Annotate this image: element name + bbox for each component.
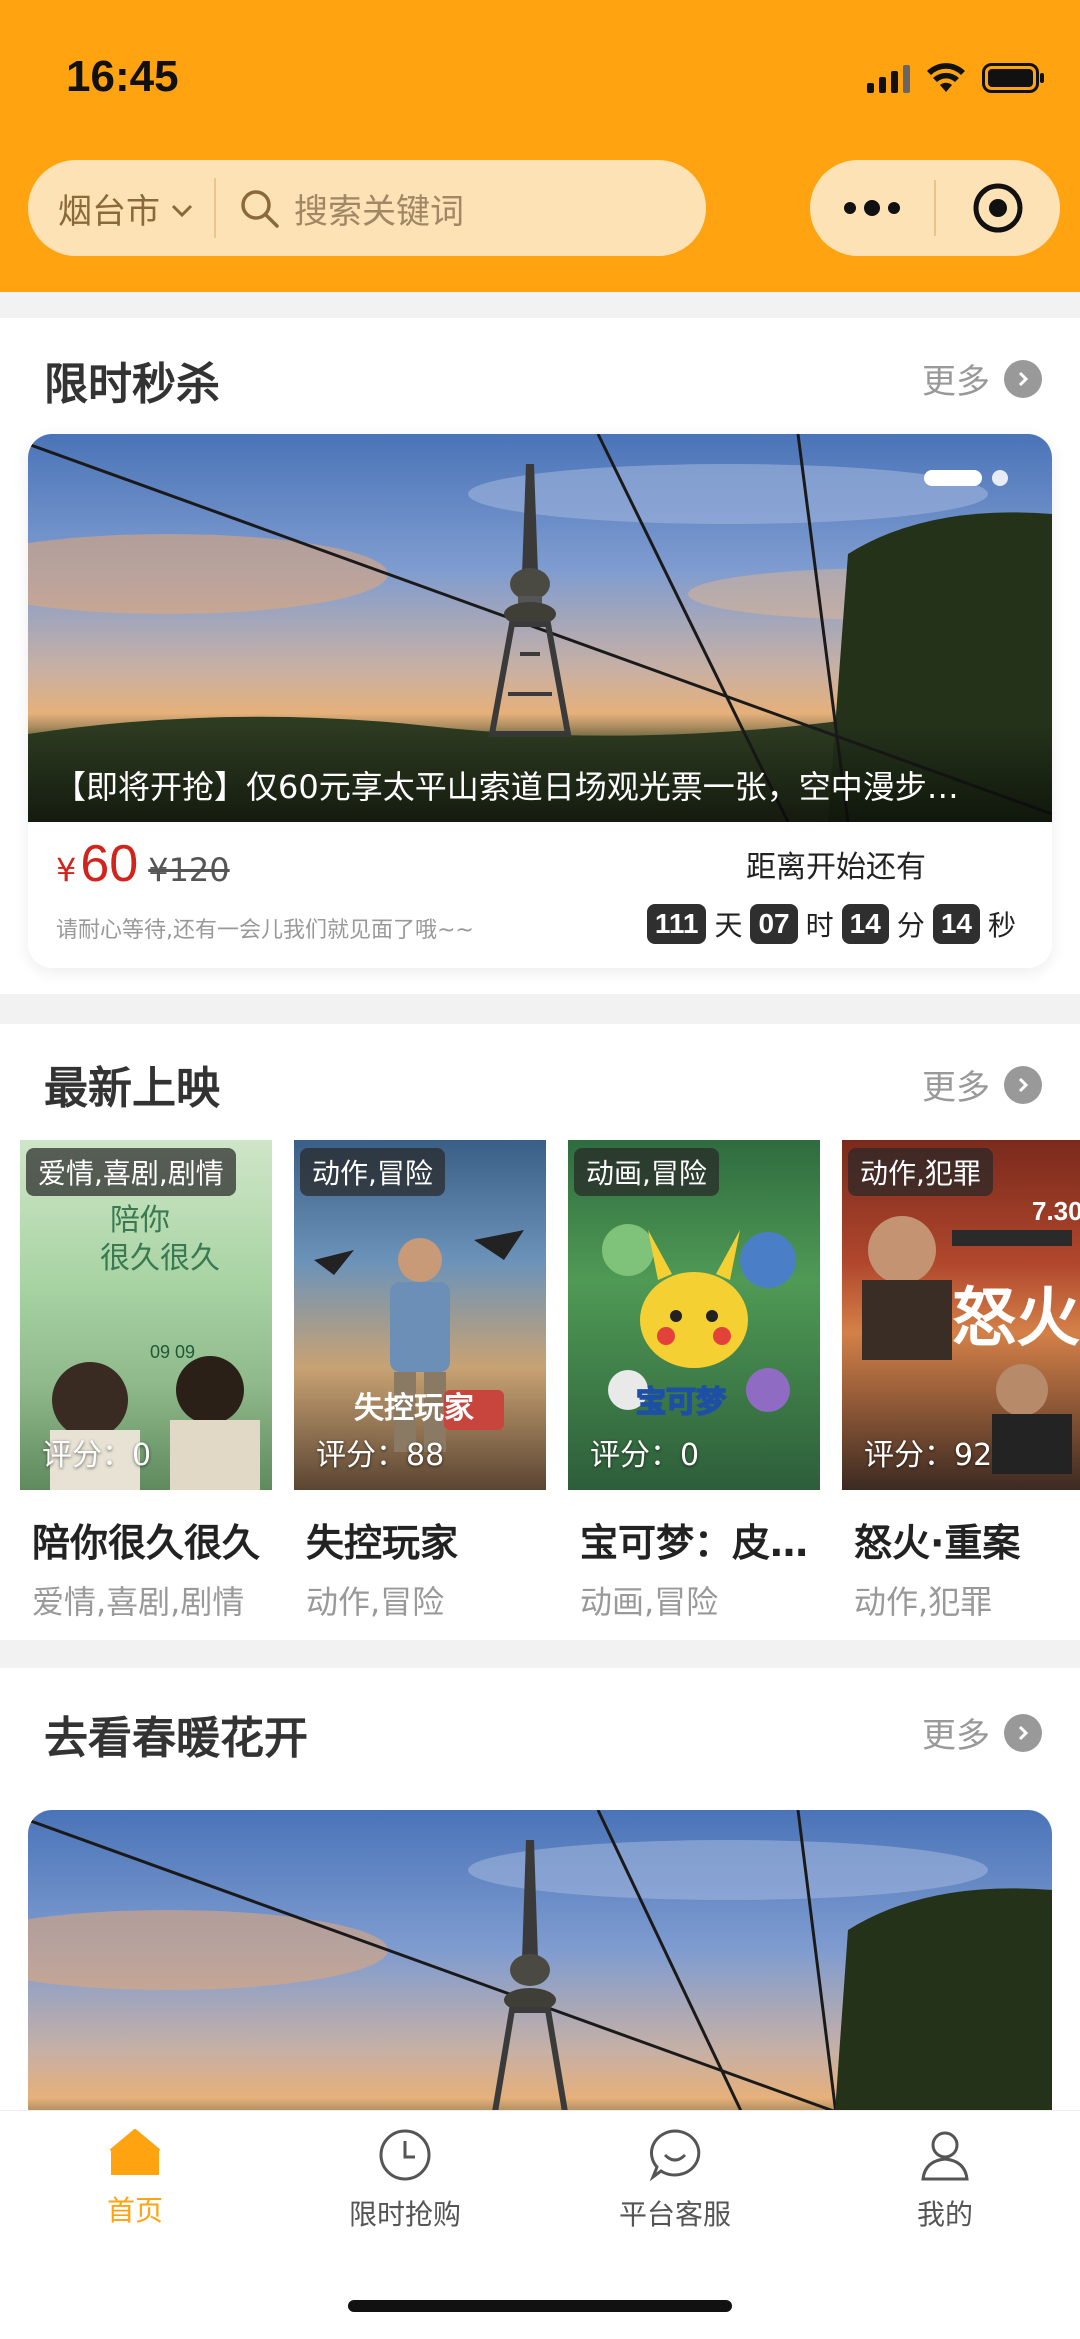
score-label: 评分：0 bbox=[590, 1438, 700, 1473]
home-indicator bbox=[348, 2300, 732, 2312]
countdown-seconds: 14 bbox=[932, 904, 980, 944]
chevron-right-icon bbox=[1004, 1065, 1042, 1104]
svg-text:7.30: 7.30 bbox=[1032, 1196, 1080, 1226]
movie-poster: 陪你 很久很久 09 09 爱情,喜剧,剧情 评分：0 bbox=[20, 1140, 272, 1490]
flash-sale-section: 限时秒杀 更多 【即将开抢】仅60元享太平山索道日场观光票一张，空中漫步… ¥ … bbox=[0, 318, 1080, 994]
top-header: 16:45 烟台市 搜索关键词 bbox=[0, 0, 1080, 292]
clock-icon bbox=[377, 2127, 433, 2187]
svg-text:怒火: 怒火 bbox=[952, 1281, 1080, 1356]
movie-genre: 爱情,喜剧,剧情 bbox=[32, 1583, 245, 1621]
section-title: 去看春暖花开 bbox=[44, 1713, 308, 1764]
home-icon bbox=[107, 2127, 163, 2183]
section-title: 最新上映 bbox=[44, 1063, 220, 1114]
movie-card[interactable]: 怒火 7.30 动作,犯罪 评分：92 怒火·重案 动作,犯罪 bbox=[842, 1140, 1080, 1623]
countdown-label: 距离开始还有 bbox=[746, 850, 926, 885]
miniprogram-capsule bbox=[810, 160, 1060, 256]
more-label: 更多 bbox=[922, 362, 990, 402]
countdown-seconds-unit: 秒 bbox=[987, 909, 1016, 942]
movie-genre: 动作,冒险 bbox=[306, 1583, 445, 1621]
close-target-icon[interactable] bbox=[936, 182, 1060, 234]
price-current: 60 bbox=[80, 835, 139, 893]
chevron-down-icon bbox=[170, 188, 194, 228]
movie-poster: 宝可梦 动画,冒险 评分：0 bbox=[568, 1140, 820, 1490]
carousel-dots bbox=[924, 470, 1008, 486]
more-label: 更多 bbox=[922, 1716, 990, 1756]
section-title: 限时秒杀 bbox=[44, 359, 220, 410]
tab-flash-sale[interactable]: 限时抢购 bbox=[270, 2127, 540, 2233]
score-label: 评分：92 bbox=[864, 1438, 993, 1473]
countdown-days: 111 bbox=[646, 904, 707, 944]
countdown-hours-unit: 时 bbox=[805, 909, 834, 942]
chevron-right-icon bbox=[1004, 359, 1042, 398]
spring-section: 去看春暖花开 更多 bbox=[0, 1668, 1080, 2210]
score-label: 评分：88 bbox=[316, 1438, 445, 1473]
countdown-days-unit: 天 bbox=[714, 909, 743, 942]
svg-text:陪你: 陪你 bbox=[110, 1203, 170, 1238]
more-label: 更多 bbox=[922, 1068, 990, 1108]
countdown-minutes-unit: 分 bbox=[896, 909, 925, 942]
status-bar: 16:45 bbox=[0, 0, 1080, 150]
user-icon bbox=[917, 2127, 973, 2187]
flash-sale-note: 请耐心等待,还有一会儿我们就见面了哦~~ bbox=[56, 918, 474, 943]
tab-label: 我的 bbox=[916, 2198, 973, 2231]
status-icons bbox=[867, 60, 1046, 96]
movie-poster: 失控玩家 动作,冒险 评分：88 bbox=[294, 1140, 546, 1490]
battery-icon bbox=[982, 62, 1046, 94]
svg-text:失控玩家: 失控玩家 bbox=[354, 1391, 474, 1426]
search-input[interactable]: 搜索关键词 bbox=[294, 184, 464, 233]
svg-text:宝可梦: 宝可梦 bbox=[636, 1385, 726, 1420]
wifi-icon bbox=[926, 62, 966, 94]
movie-card[interactable]: 失控玩家 动作,冒险 评分：88 失控玩家 动作,冒险 bbox=[294, 1140, 546, 1623]
genre-tag: 动画,冒险 bbox=[574, 1148, 719, 1196]
svg-text:09 09: 09 09 bbox=[150, 1342, 195, 1362]
genre-tag: 动作,冒险 bbox=[300, 1148, 445, 1196]
tab-customer-service[interactable]: 平台客服 bbox=[540, 2127, 810, 2233]
price-row: ¥ 60 ¥120 bbox=[56, 834, 230, 894]
movie-card[interactable]: 宝可梦 动画,冒险 评分：0 宝可梦：皮… 动画,冒险 bbox=[568, 1140, 820, 1623]
tab-label: 平台客服 bbox=[618, 2198, 731, 2231]
movie-title: 失控玩家 bbox=[306, 1521, 459, 1565]
movie-list: 陪你 很久很久 09 09 爱情,喜剧,剧情 评分：0 陪你很久很久 爱情,喜剧… bbox=[20, 1140, 1080, 1660]
tab-label: 限时抢购 bbox=[348, 2198, 461, 2231]
genre-tag: 动作,犯罪 bbox=[848, 1148, 993, 1196]
genre-tag: 爱情,喜剧,剧情 bbox=[26, 1148, 236, 1196]
city-selector[interactable]: 烟台市 bbox=[28, 160, 214, 256]
movie-title: 宝可梦：皮… bbox=[580, 1521, 809, 1565]
tab-home[interactable]: 首页 bbox=[0, 2127, 270, 2229]
movie-genre: 动画,冒险 bbox=[580, 1583, 719, 1621]
movie-poster: 怒火 7.30 动作,犯罪 评分：92 bbox=[842, 1140, 1080, 1490]
movie-title: 怒火·重案 bbox=[854, 1521, 1021, 1565]
search-bar[interactable]: 烟台市 搜索关键词 bbox=[28, 160, 706, 256]
new-release-section: 最新上映 更多 陪你 很久很久 09 09 爱情,喜剧,剧情 评分：0 陪你很久… bbox=[0, 1024, 1080, 1640]
flash-sale-caption: 【即将开抢】仅60元享太平山索道日场观光票一张，空中漫步… bbox=[28, 726, 1052, 822]
spring-more-link[interactable]: 更多 bbox=[922, 1708, 1042, 1757]
tab-profile[interactable]: 我的 bbox=[810, 2127, 1080, 2233]
carousel-dot bbox=[992, 470, 1008, 486]
flash-sale-image: 【即将开抢】仅60元享太平山索道日场观光票一张，空中漫步… bbox=[28, 434, 1052, 822]
carousel-dot-active bbox=[924, 470, 982, 486]
new-release-more-link[interactable]: 更多 bbox=[922, 1060, 1042, 1109]
more-icon[interactable] bbox=[810, 200, 934, 216]
flash-sale-card[interactable]: 【即将开抢】仅60元享太平山索道日场观光票一张，空中漫步… ¥ 60 ¥120 … bbox=[28, 434, 1052, 968]
score-label: 评分：0 bbox=[42, 1438, 152, 1473]
status-time: 16:45 bbox=[66, 52, 179, 101]
countdown-timer: 111 天 07 时 14 分 14 秒 bbox=[646, 904, 1016, 944]
city-label: 烟台市 bbox=[58, 191, 160, 232]
flash-sale-more-link[interactable]: 更多 bbox=[922, 354, 1042, 403]
movie-title: 陪你很久很久 bbox=[32, 1521, 261, 1565]
price-original: ¥120 bbox=[148, 851, 230, 889]
movie-genre: 动作,犯罪 bbox=[854, 1583, 993, 1621]
chevron-right-icon bbox=[1004, 1713, 1042, 1752]
tab-label: 首页 bbox=[106, 2194, 163, 2227]
svg-text:很久很久: 很久很久 bbox=[100, 1241, 220, 1276]
movie-card[interactable]: 陪你 很久很久 09 09 爱情,喜剧,剧情 评分：0 陪你很久很久 爱情,喜剧… bbox=[20, 1140, 272, 1623]
price-currency: ¥ bbox=[56, 851, 77, 889]
countdown-minutes: 14 bbox=[841, 904, 889, 944]
countdown-hours: 07 bbox=[750, 904, 798, 944]
search-icon bbox=[238, 187, 280, 229]
search-divider bbox=[214, 178, 216, 238]
chat-icon bbox=[647, 2127, 703, 2187]
signal-icon bbox=[867, 63, 910, 93]
